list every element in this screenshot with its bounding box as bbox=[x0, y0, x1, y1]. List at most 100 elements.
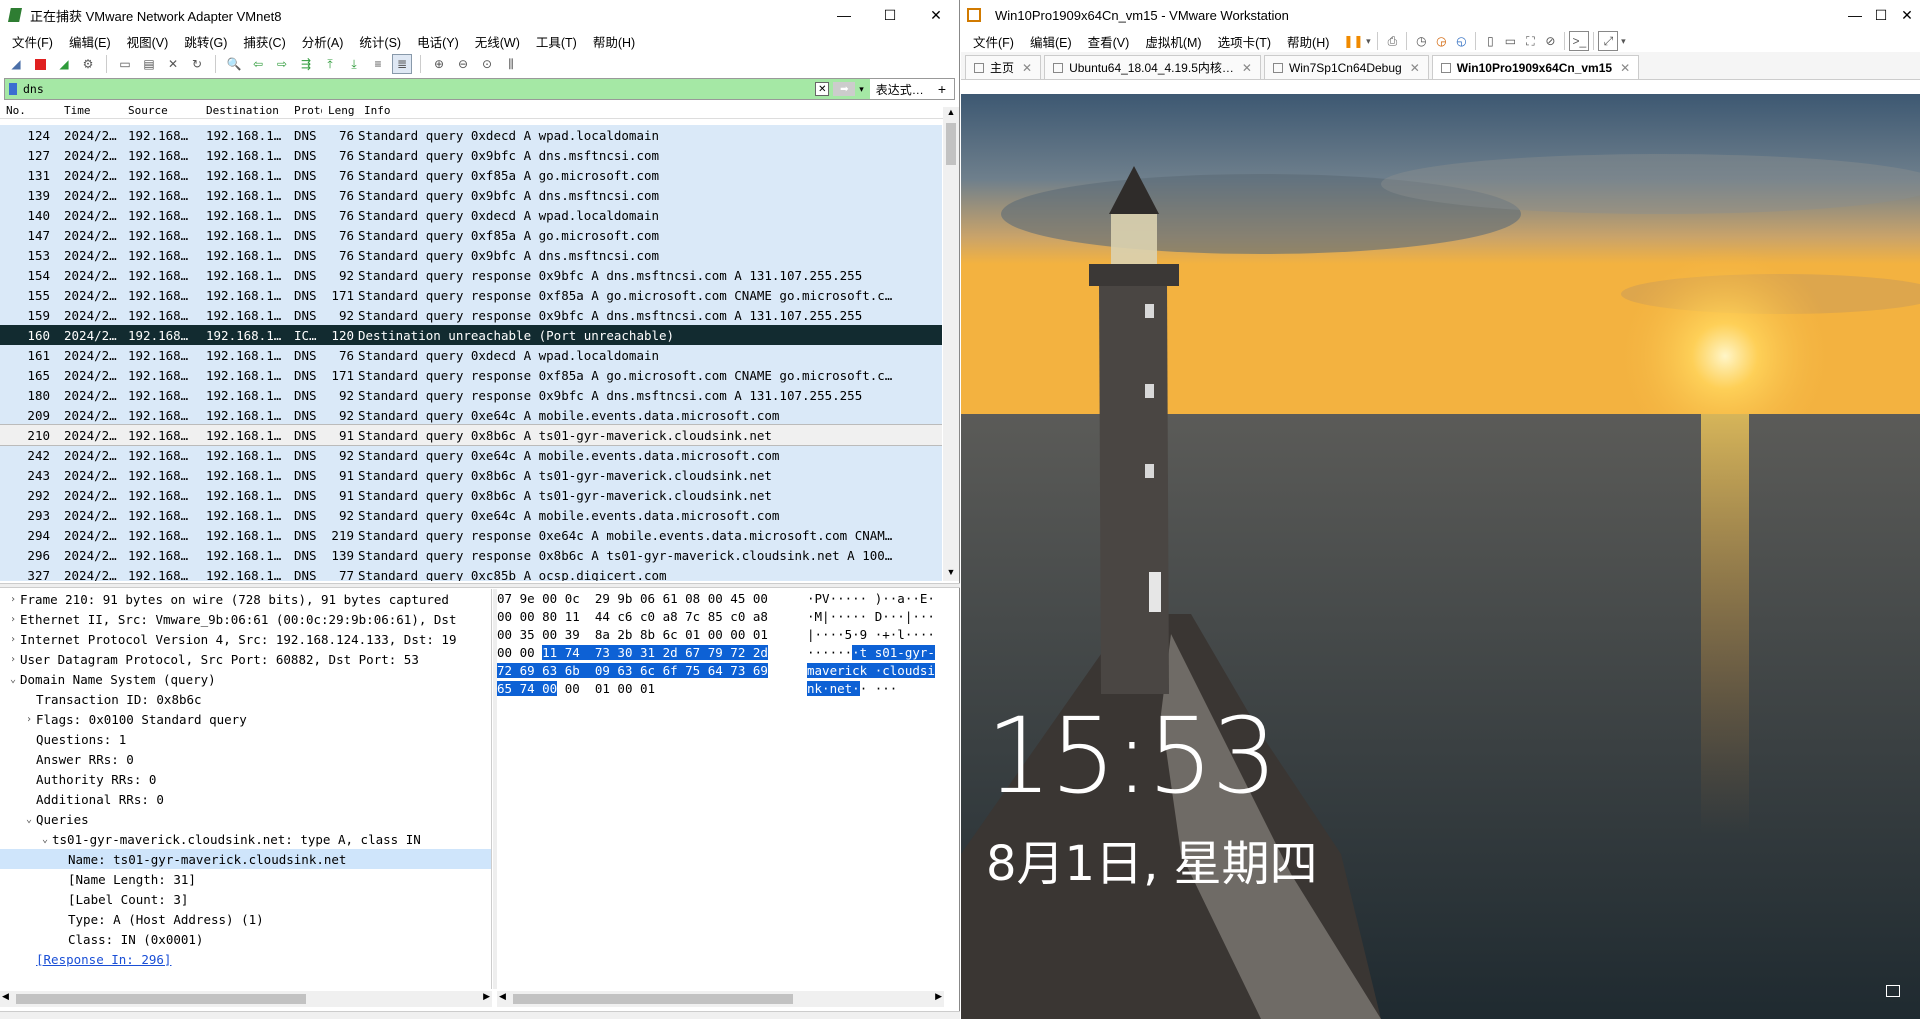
packet-row[interactable]: 296 2024/2… 192.168… 192.168.1… DNS 139 Standa… bbox=[0, 545, 942, 565]
guest-lockscreen[interactable]: 15:53 8月1日, 星期四 bbox=[961, 94, 1920, 1019]
scroll-right-icon[interactable]: ▶ bbox=[483, 991, 490, 1002]
menu-item-4[interactable]: 捕获(C) bbox=[235, 32, 293, 51]
reload-file-icon[interactable]: ↻ bbox=[187, 54, 207, 74]
zoom-normal-icon[interactable]: ⊙ bbox=[477, 54, 497, 74]
scroll-thumb[interactable] bbox=[513, 994, 793, 1004]
go-to-packet-icon[interactable]: ⇶ bbox=[296, 54, 316, 74]
column-header[interactable]: Time bbox=[58, 104, 122, 117]
autoscroll-icon[interactable]: ≡ bbox=[368, 54, 388, 74]
detail-tree-item[interactable]: Transaction ID: 0x8b6c bbox=[0, 689, 491, 709]
column-header[interactable]: Destination bbox=[200, 104, 288, 117]
library-icon[interactable]: ▯ bbox=[1480, 31, 1500, 51]
pause-icon[interactable]: ❚❚ bbox=[1343, 31, 1363, 51]
packet-row[interactable]: 292 2024/2… 192.168… 192.168.1… DNS 91 Standar… bbox=[0, 485, 942, 505]
close-file-icon[interactable]: ✕ bbox=[163, 54, 183, 74]
menu-item-8[interactable]: 无线(W) bbox=[467, 32, 528, 51]
resize-columns-icon[interactable]: ⫼ bbox=[501, 54, 521, 74]
packet-row[interactable]: 159 2024/2… 192.168… 192.168.1… DNS 92 Standar… bbox=[0, 305, 942, 325]
console-icon[interactable]: >_ bbox=[1569, 31, 1590, 51]
capture-options-icon[interactable]: ⚙ bbox=[78, 54, 98, 74]
hex-bytes[interactable]: 00 00 bbox=[497, 645, 542, 660]
dropdown-icon[interactable]: ▾ bbox=[1618, 31, 1628, 51]
close-tab-icon[interactable]: ✕ bbox=[1022, 61, 1032, 75]
packet-row[interactable]: 131 2024/2… 192.168… 192.168.1… DNS 76 Standar… bbox=[0, 165, 942, 185]
ascii-bytes[interactable]: nk·net· bbox=[807, 680, 860, 696]
hex-bytes[interactable]: 00 35 00 39 8a 2b 8b 6c 01 00 00 01 bbox=[497, 627, 768, 642]
stretch-icon[interactable]: ⤢ bbox=[1598, 31, 1619, 51]
scroll-thumb[interactable] bbox=[946, 123, 956, 165]
stop-capture-icon[interactable] bbox=[30, 54, 50, 74]
snapshot-manager-icon[interactable]: ◵ bbox=[1451, 31, 1471, 51]
hex-bytes[interactable]: 00 00 80 11 44 c6 c0 a8 7c 85 c0 a8 bbox=[497, 609, 768, 624]
vm-tab[interactable]: 主页 ✕ bbox=[965, 55, 1042, 79]
expand-toggle-icon[interactable]: ⌄ bbox=[6, 674, 20, 685]
menu-item-3[interactable]: 跳转(G) bbox=[176, 32, 235, 51]
detail-tree-item[interactable]: › Ethernet II, Src: Vmware_9b:06:61 (00:0… bbox=[0, 609, 491, 629]
scroll-thumb[interactable] bbox=[16, 994, 306, 1004]
menu-item-5[interactable]: 帮助(H) bbox=[1279, 32, 1337, 51]
filter-expression-button[interactable]: 表达式… bbox=[869, 79, 930, 99]
minimize-button[interactable]: — bbox=[1842, 0, 1868, 30]
hex-bytes[interactable]: 07 9e 00 0c 29 9b 06 61 08 00 45 00 bbox=[497, 591, 768, 606]
vm-tab[interactable]: Win10Pro1909x64Cn_vm15 ✕ bbox=[1431, 55, 1640, 79]
dropdown-icon[interactable]: ▾ bbox=[1363, 31, 1373, 51]
menu-item-9[interactable]: 工具(T) bbox=[528, 32, 585, 51]
vm-tab[interactable]: Win7Sp1Cn64Debug ✕ bbox=[1263, 55, 1429, 79]
close-button[interactable]: ✕ bbox=[913, 0, 959, 30]
ascii-bytes[interactable]: maverick ·cloudsi bbox=[807, 662, 935, 678]
packet-row[interactable]: 293 2024/2… 192.168… 192.168.1… DNS 92 Standar… bbox=[0, 505, 942, 525]
hex-bytes[interactable]: 11 74 73 30 31 2d 67 79 72 2d bbox=[542, 644, 768, 660]
vm-tab[interactable]: Ubuntu64_18.04_4.19.5内核… ✕ bbox=[1044, 55, 1261, 79]
network-status-icon[interactable] bbox=[1886, 985, 1900, 997]
scroll-left-icon[interactable]: ◀ bbox=[2, 991, 9, 1002]
expand-toggle-icon[interactable]: ⌄ bbox=[22, 814, 36, 825]
detail-tree-item[interactable]: [Label Count: 3] bbox=[0, 889, 491, 909]
expand-toggle-icon[interactable]: › bbox=[6, 654, 20, 665]
menu-item-0[interactable]: 文件(F) bbox=[4, 32, 61, 51]
packet-row[interactable]: 124 2024/2… 192.168… 192.168.1… DNS 76 Standar… bbox=[0, 125, 942, 145]
packet-row[interactable]: 161 2024/2… 192.168… 192.168.1… DNS 76 Standar… bbox=[0, 345, 942, 365]
go-back-icon[interactable]: ⇦ bbox=[248, 54, 268, 74]
revert-snapshot-icon[interactable]: ◶ bbox=[1431, 31, 1451, 51]
bookmark-icon[interactable] bbox=[9, 83, 17, 95]
packet-list-scrollbar[interactable]: ▲ ▼ bbox=[943, 107, 959, 581]
shark-fin-icon[interactable]: ◢ bbox=[6, 54, 26, 74]
close-tab-icon[interactable]: ✕ bbox=[1410, 61, 1420, 75]
detail-tree-item[interactable]: ⌄ Domain Name System (query) bbox=[0, 669, 491, 689]
expand-toggle-icon[interactable]: › bbox=[6, 634, 20, 645]
close-tab-icon[interactable]: ✕ bbox=[1242, 61, 1252, 75]
display-filter-input[interactable] bbox=[5, 79, 816, 99]
ascii-bytes[interactable]: ······ bbox=[807, 645, 852, 660]
detail-tree-item[interactable]: ⌄ Queries bbox=[0, 809, 491, 829]
detail-tree-item[interactable]: [Response In: 296] bbox=[0, 949, 491, 969]
detail-tree-item[interactable]: Class: IN (0x0001) bbox=[0, 929, 491, 949]
zoom-in-icon[interactable]: ⊕ bbox=[429, 54, 449, 74]
packet-row[interactable]: 294 2024/2… 192.168… 192.168.1… DNS 219 Standa… bbox=[0, 525, 942, 545]
expand-toggle-icon[interactable]: › bbox=[6, 594, 20, 605]
scroll-right-icon[interactable]: ▶ bbox=[935, 991, 942, 1002]
packet-row[interactable]: 154 2024/2… 192.168… 192.168.1… DNS 92 Standar… bbox=[0, 265, 942, 285]
detail-tree-item[interactable]: › Internet Protocol Version 4, Src: 192.1… bbox=[0, 629, 491, 649]
first-packet-icon[interactable]: ⤒ bbox=[320, 54, 340, 74]
packet-row[interactable]: 243 2024/2… 192.168… 192.168.1… DNS 91 Standar… bbox=[0, 465, 942, 485]
ascii-bytes[interactable]: |····5·9 ·+·l···· bbox=[807, 627, 935, 642]
packet-row[interactable]: 153 2024/2… 192.168… 192.168.1… DNS 76 Standar… bbox=[0, 245, 942, 265]
scroll-left-icon[interactable]: ◀ bbox=[499, 991, 506, 1002]
open-file-icon[interactable]: ▭ bbox=[115, 54, 135, 74]
detail-tree-item[interactable]: Authority RRs: 0 bbox=[0, 769, 491, 789]
last-packet-icon[interactable]: ⤓ bbox=[344, 54, 364, 74]
column-header[interactable]: Leng bbox=[322, 104, 358, 117]
minimize-button[interactable]: — bbox=[821, 0, 867, 30]
detail-tree-item[interactable]: › Frame 210: 91 bytes on wire (728 bits),… bbox=[0, 589, 491, 609]
menu-item-6[interactable]: 统计(S) bbox=[351, 32, 409, 51]
expand-toggle-icon[interactable]: ⌄ bbox=[38, 834, 52, 845]
detail-tree-item[interactable]: Answer RRs: 0 bbox=[0, 749, 491, 769]
column-header[interactable]: No. bbox=[0, 104, 58, 117]
close-tab-icon[interactable]: ✕ bbox=[1620, 61, 1630, 75]
packet-row[interactable]: 127 2024/2… 192.168… 192.168.1… DNS 76 Standar… bbox=[0, 145, 942, 165]
ascii-bytes[interactable]: ·t s01-gyr- bbox=[852, 644, 935, 660]
packet-row[interactable]: 155 2024/2… 192.168… 192.168.1… DNS 171 Standa… bbox=[0, 285, 942, 305]
clear-filter-icon[interactable]: ✕ bbox=[815, 82, 830, 96]
hex-bytes[interactable]: 65 74 00 bbox=[497, 680, 558, 696]
zoom-out-icon[interactable]: ⊖ bbox=[453, 54, 473, 74]
